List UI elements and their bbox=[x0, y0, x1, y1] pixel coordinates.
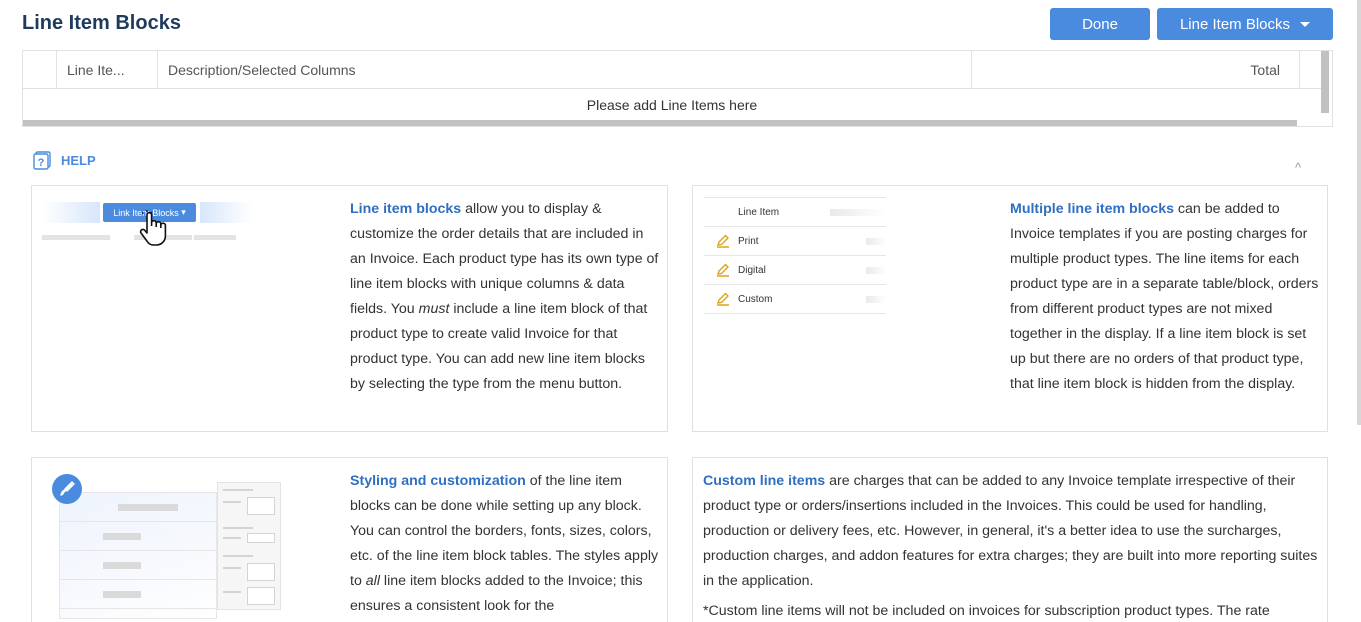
paintbrush-icon bbox=[52, 474, 82, 504]
grid-horizontal-scrollbar[interactable] bbox=[23, 120, 1297, 126]
done-button[interactable]: Done bbox=[1050, 8, 1150, 40]
help-card-styling: Styling and customization of the line it… bbox=[31, 457, 668, 622]
multiple-blocks-text: Multiple line item blocks can be added t… bbox=[1010, 201, 1319, 392]
grid-header-line-item[interactable]: Line Ite... bbox=[57, 51, 158, 89]
svg-text:?: ? bbox=[38, 157, 45, 169]
help-card-custom-line-items: Custom line items are charges that can b… bbox=[692, 457, 1328, 622]
grid-empty-message: Please add Line Items here bbox=[586, 97, 758, 113]
custom-line-items-text: Custom line items are charges that can b… bbox=[703, 473, 1318, 589]
grid-header-description[interactable]: Description/Selected Columns bbox=[158, 51, 972, 89]
illustration-row: Line Item bbox=[704, 198, 886, 227]
grid-header-total[interactable]: Total bbox=[972, 51, 1300, 89]
illustration-row: Custom bbox=[704, 285, 886, 314]
custom-line-items-note: *Custom line items will not be included … bbox=[703, 603, 1270, 619]
styling-text: Styling and customization of the line it… bbox=[350, 473, 659, 614]
help-label: HELP bbox=[61, 153, 96, 168]
pencil-icon bbox=[716, 292, 729, 306]
pencil-icon bbox=[716, 234, 729, 248]
grid-header-actions bbox=[1300, 51, 1321, 89]
hand-cursor-icon bbox=[139, 210, 167, 246]
help-card-multiple-line-item-blocks: Line Item Print Digital Custom Multiple … bbox=[692, 185, 1328, 432]
help-icon: ? bbox=[33, 151, 51, 170]
page-title: Line Item Blocks bbox=[22, 12, 181, 34]
page-vertical-scrollbar[interactable] bbox=[1357, 0, 1361, 425]
style-panel bbox=[217, 482, 281, 610]
caret-down-icon bbox=[1300, 21, 1311, 27]
line-item-blocks-dropdown-button[interactable]: Line Item Blocks bbox=[1157, 8, 1333, 40]
line-item-blocks-illustration: Link Item Blocks ▾ bbox=[42, 196, 252, 246]
grid-header: Line Ite... Description/Selected Columns… bbox=[23, 51, 1321, 89]
pencil-icon bbox=[716, 263, 729, 277]
chevron-up-icon[interactable]: ^ bbox=[1295, 160, 1301, 175]
styling-illustration bbox=[50, 474, 285, 619]
help-header[interactable]: ? HELP bbox=[33, 151, 96, 170]
illustration-row: Print bbox=[704, 227, 886, 256]
illustration-row: Digital bbox=[704, 256, 886, 285]
multiple-blocks-illustration: Line Item Print Digital Custom bbox=[704, 197, 886, 314]
grid-header-select bbox=[23, 51, 57, 89]
grid-vertical-scrollbar[interactable] bbox=[1321, 51, 1329, 113]
line-items-grid: Line Ite... Description/Selected Columns… bbox=[22, 50, 1333, 127]
line-item-blocks-text: Line item blocks allow you to display & … bbox=[350, 201, 659, 392]
help-card-line-item-blocks: Link Item Blocks ▾ Line item blocks allo… bbox=[31, 185, 668, 432]
